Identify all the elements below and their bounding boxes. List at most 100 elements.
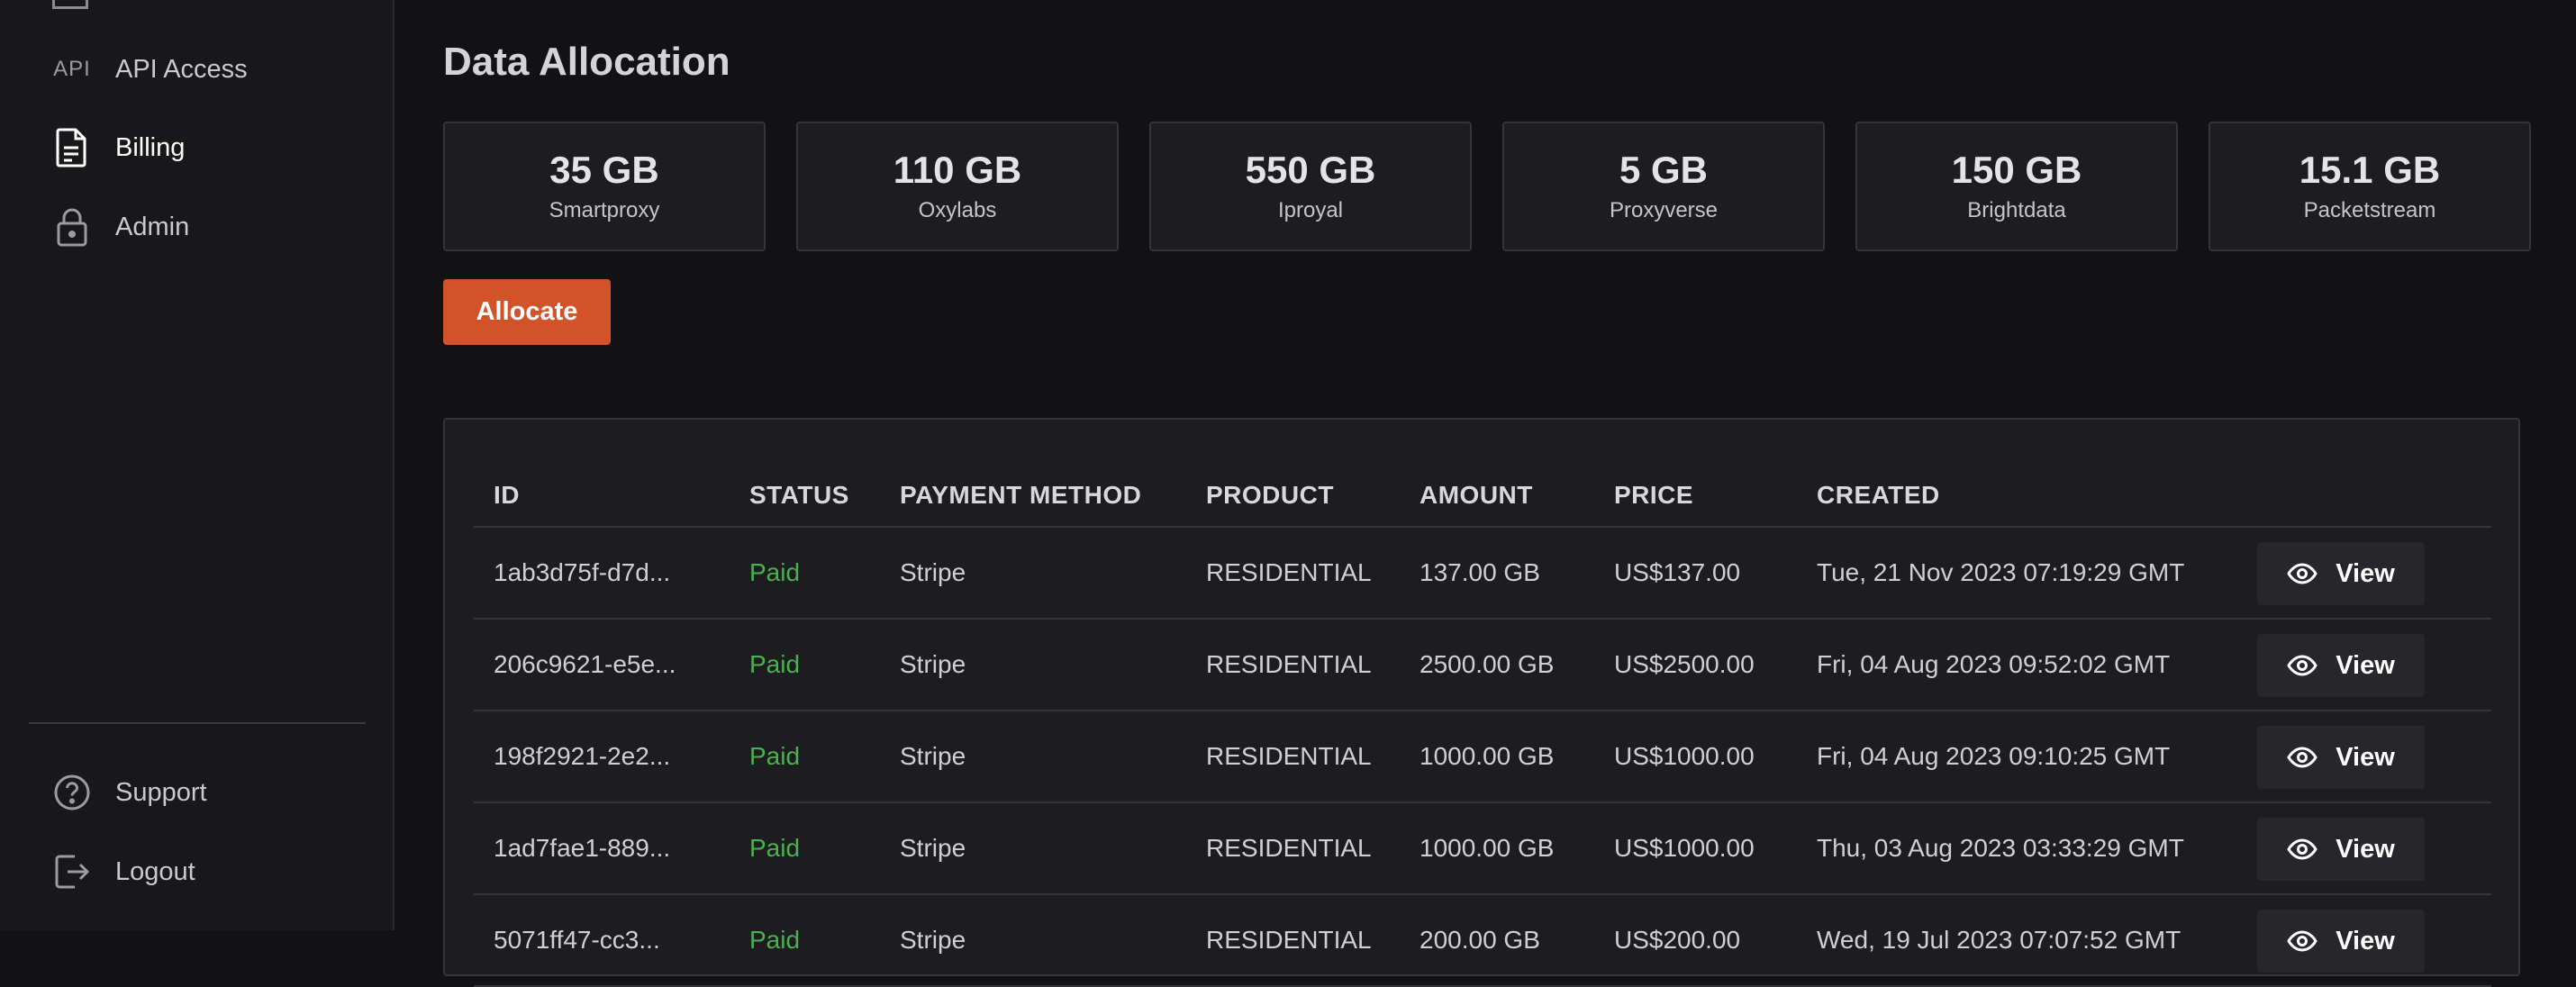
cell-amount: 200.00 GB	[1420, 926, 1540, 954]
allocation-card-iproyal: 550 GB Iproyal	[1149, 122, 1472, 251]
cell-product: RESIDENTIAL	[1206, 834, 1372, 862]
allocation-amount: 15.1 GB	[2299, 148, 2441, 191]
allocation-provider: Packetstream	[2303, 198, 2436, 223]
cell-payment-method: Stripe	[900, 742, 966, 770]
allocation-card-oxylabs: 110 GB Oxylabs	[796, 122, 1119, 251]
allocation-provider: Proxyverse	[1609, 198, 1719, 223]
cell-product: RESIDENTIAL	[1206, 926, 1372, 954]
cell-status: Paid	[749, 650, 801, 678]
sidebar-item-label: Logout	[115, 856, 195, 886]
sidebar-item-label: API Access	[115, 54, 248, 84]
cell-status: Paid	[749, 834, 801, 862]
view-button[interactable]: View	[2257, 818, 2425, 881]
eye-icon	[2287, 650, 2317, 681]
cell-id: 1ab3d75f-d7d...	[494, 558, 671, 586]
lock-icon	[50, 205, 94, 249]
cell-amount: 1000.00 GB	[1420, 742, 1555, 770]
sidebar-item-support[interactable]: Support	[50, 765, 357, 819]
sidebar-item-admin[interactable]: Admin	[50, 200, 357, 254]
help-circle-icon	[50, 771, 94, 814]
view-button[interactable]: View	[2257, 542, 2425, 605]
cell-price: US$2500.00	[1614, 650, 1755, 678]
allocation-amount: 5 GB	[1619, 148, 1709, 191]
cell-amount: 2500.00 GB	[1420, 650, 1555, 678]
cell-amount: 137.00 GB	[1420, 558, 1540, 586]
cell-created: Fri, 04 Aug 2023 09:52:02 GMT	[1817, 650, 2171, 678]
cell-payment-method: Stripe	[900, 834, 966, 862]
column-header-amount: AMOUNT	[1420, 481, 1533, 509]
cell-product: RESIDENTIAL	[1206, 742, 1372, 770]
logout-icon	[50, 850, 94, 893]
api-icon: API	[53, 57, 91, 81]
orders-table: ID STATUS PAYMENT METHOD PRODUCT AMOUNT …	[443, 418, 2520, 987]
view-button[interactable]: View	[2257, 634, 2425, 697]
allocation-amount: 35 GB	[549, 148, 659, 191]
sidebar-item-billing[interactable]: Billing	[50, 121, 357, 175]
cell-price: US$137.00	[1614, 558, 1741, 586]
allocation-provider: Smartproxy	[549, 198, 660, 223]
column-header-price: PRICE	[1614, 481, 1694, 509]
cell-price: US$1000.00	[1614, 834, 1755, 862]
table-row: 198f2921-2e2... Paid Stripe RESIDENTIAL …	[474, 711, 2491, 803]
column-header-created: CREATED	[1817, 481, 1940, 509]
sidebar-item-label: Billing	[115, 132, 186, 162]
allocation-cards: 35 GB Smartproxy 110 GB Oxylabs 550 GB I…	[443, 122, 2531, 251]
eye-icon	[2287, 742, 2317, 773]
column-header-id: ID	[494, 481, 520, 509]
allocation-amount: 110 GB	[893, 148, 1022, 191]
cell-status: Paid	[749, 558, 801, 586]
column-header-payment-method: PAYMENT METHOD	[900, 481, 1142, 509]
allocation-card-smartproxy: 35 GB Smartproxy	[443, 122, 766, 251]
sidebar-item-logout[interactable]: Logout	[50, 845, 357, 899]
view-button[interactable]: View	[2257, 726, 2425, 789]
allocation-amount: 150 GB	[1951, 148, 2082, 191]
allocation-provider: Iproyal	[1277, 198, 1344, 223]
view-button-label: View	[2336, 834, 2395, 864]
sidebar-divider	[29, 722, 366, 724]
allocation-card-packetstream: 15.1 GB Packetstream	[2209, 122, 2531, 251]
column-header-product: PRODUCT	[1206, 481, 1334, 509]
sidebar-item-api-access[interactable]: API API Access	[50, 42, 357, 96]
cell-payment-method: Stripe	[900, 926, 966, 954]
allocation-card-brightdata: 150 GB Brightdata	[1855, 122, 2178, 251]
cell-id: 1ad7fae1-889...	[494, 834, 671, 862]
cell-created: Tue, 21 Nov 2023 07:19:29 GMT	[1817, 558, 2185, 586]
view-button-label: View	[2336, 742, 2395, 772]
document-icon	[50, 126, 94, 169]
table-row: 5071ff47-cc3... Paid Stripe RESIDENTIAL …	[474, 895, 2491, 987]
cell-product: RESIDENTIAL	[1206, 650, 1372, 678]
cell-price: US$200.00	[1614, 926, 1741, 954]
sidebar-item-label: Support	[115, 777, 207, 807]
cell-created: Thu, 03 Aug 2023 03:33:29 GMT	[1817, 834, 2184, 862]
view-button-label: View	[2336, 558, 2395, 588]
cell-payment-method: Stripe	[900, 558, 966, 586]
cell-id: 206c9621-e5e...	[494, 650, 676, 678]
cell-price: US$1000.00	[1614, 742, 1755, 770]
sidebar-item-label: Admin	[115, 212, 190, 241]
table-row: 1ab3d75f-d7d... Paid Stripe RESIDENTIAL …	[474, 528, 2491, 620]
allocation-amount: 550 GB	[1245, 148, 1376, 191]
cell-id: 198f2921-2e2...	[494, 742, 671, 770]
sidebar: API API Access Billing Admin Support Log…	[0, 0, 395, 930]
allocation-provider: Oxylabs	[918, 198, 997, 223]
eye-icon	[2287, 834, 2317, 865]
table-row: 1ad7fae1-889... Paid Stripe RESIDENTIAL …	[474, 803, 2491, 895]
cell-status: Paid	[749, 926, 801, 954]
allocate-button[interactable]: Allocate	[443, 279, 611, 345]
eye-icon	[2287, 558, 2317, 589]
eye-icon	[2287, 926, 2317, 956]
cell-amount: 1000.00 GB	[1420, 834, 1555, 862]
cell-created: Fri, 04 Aug 2023 09:10:25 GMT	[1817, 742, 2171, 770]
cell-status: Paid	[749, 742, 801, 770]
column-header-status: STATUS	[749, 481, 849, 509]
partial-nav-icon	[52, 0, 88, 9]
view-button[interactable]: View	[2257, 910, 2425, 973]
allocation-provider: Brightdata	[1967, 198, 2066, 223]
table-row: 206c9621-e5e... Paid Stripe RESIDENTIAL …	[474, 620, 2491, 711]
table-header: ID STATUS PAYMENT METHOD PRODUCT AMOUNT …	[474, 465, 2491, 528]
view-button-label: View	[2336, 926, 2395, 955]
allocation-card-proxyverse: 5 GB Proxyverse	[1502, 122, 1825, 251]
cell-created: Wed, 19 Jul 2023 07:07:52 GMT	[1817, 926, 2181, 954]
cell-payment-method: Stripe	[900, 650, 966, 678]
page-title: Data Allocation	[443, 40, 730, 84]
